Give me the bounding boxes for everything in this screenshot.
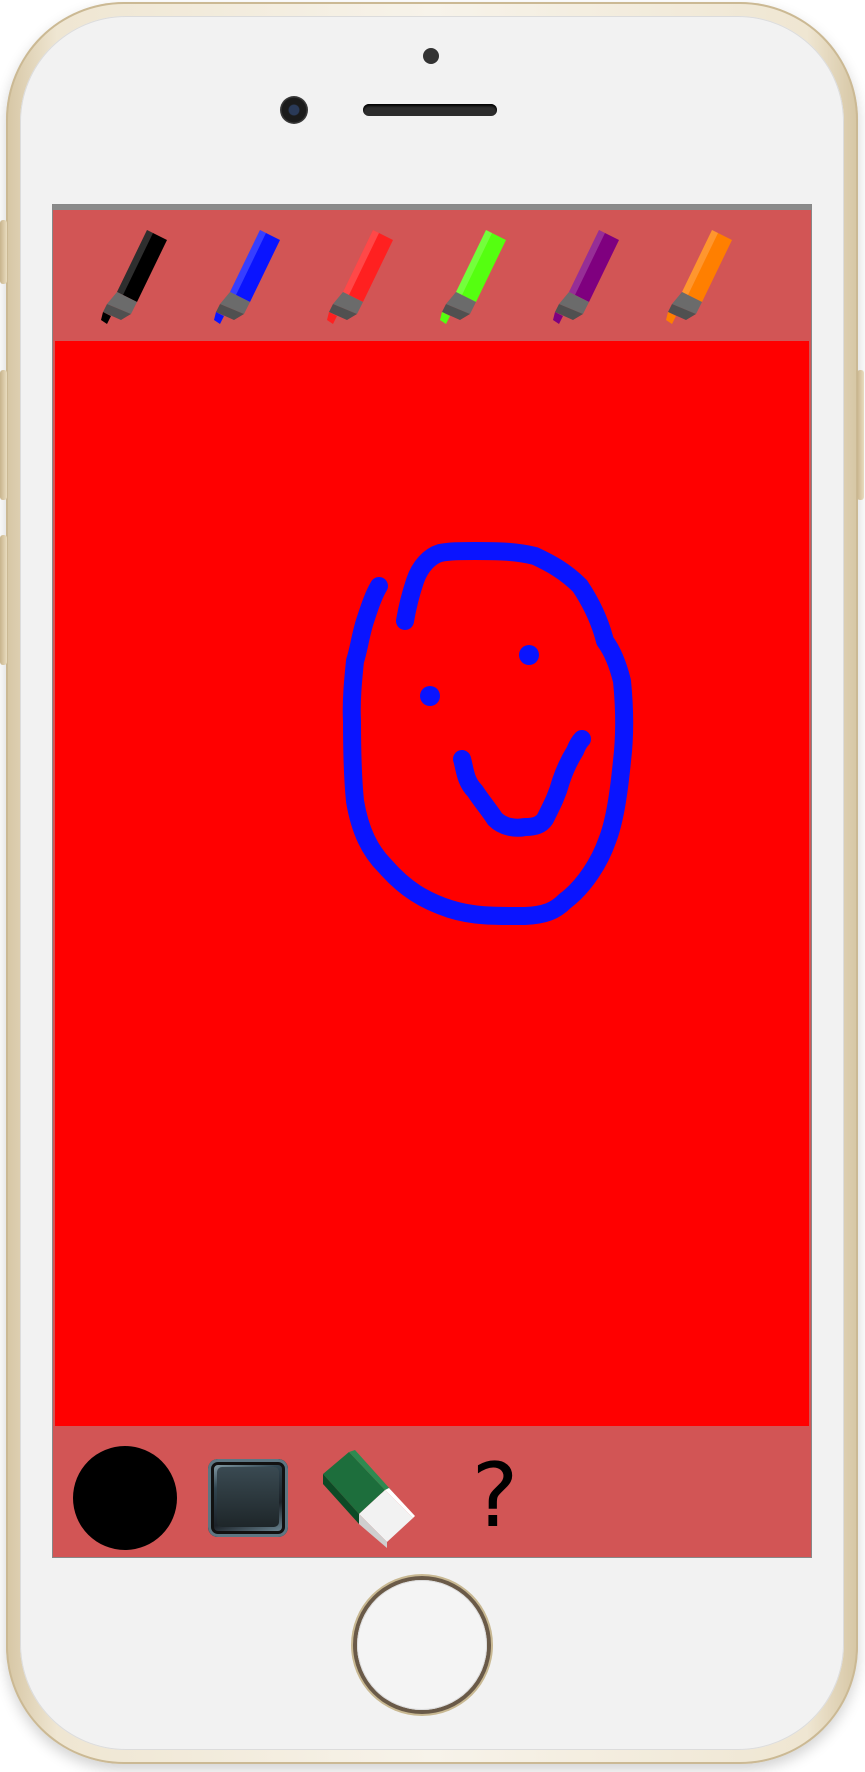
power-button — [857, 370, 864, 500]
home-button[interactable] — [357, 1580, 487, 1710]
marker-green-icon[interactable] — [424, 230, 514, 340]
drawing-surface — [342, 542, 634, 926]
earpiece-speaker — [363, 104, 497, 116]
marker-orange-icon[interactable] — [650, 230, 740, 340]
left-eye-dot — [420, 686, 440, 706]
right-eye-dot — [519, 645, 539, 665]
silent-switch — [0, 220, 7, 284]
bottom-toolbar: ? — [53, 1426, 811, 1557]
background-color-button[interactable] — [208, 1459, 288, 1537]
volume-up-button — [0, 370, 7, 500]
app-screen: ? — [53, 205, 811, 1557]
marker-blue-icon[interactable] — [198, 230, 288, 340]
front-camera-icon — [280, 96, 308, 124]
current-color-swatch[interactable] — [73, 1446, 177, 1550]
proximity-sensor-icon — [423, 48, 439, 64]
background-button-face — [217, 1467, 279, 1527]
drawing-canvas[interactable] — [55, 341, 809, 1426]
marker-purple-icon[interactable] — [537, 230, 627, 340]
stage: ? — [0, 0, 865, 1772]
marker-black-icon[interactable] — [85, 230, 175, 340]
eraser-button[interactable] — [315, 1438, 425, 1548]
help-button[interactable]: ? — [465, 1446, 525, 1546]
volume-down-button — [0, 535, 7, 665]
eraser-icon — [323, 1450, 415, 1548]
smile-stroke — [453, 730, 591, 837]
marker-toolbar — [53, 210, 811, 341]
marker-red-icon[interactable] — [311, 230, 401, 340]
